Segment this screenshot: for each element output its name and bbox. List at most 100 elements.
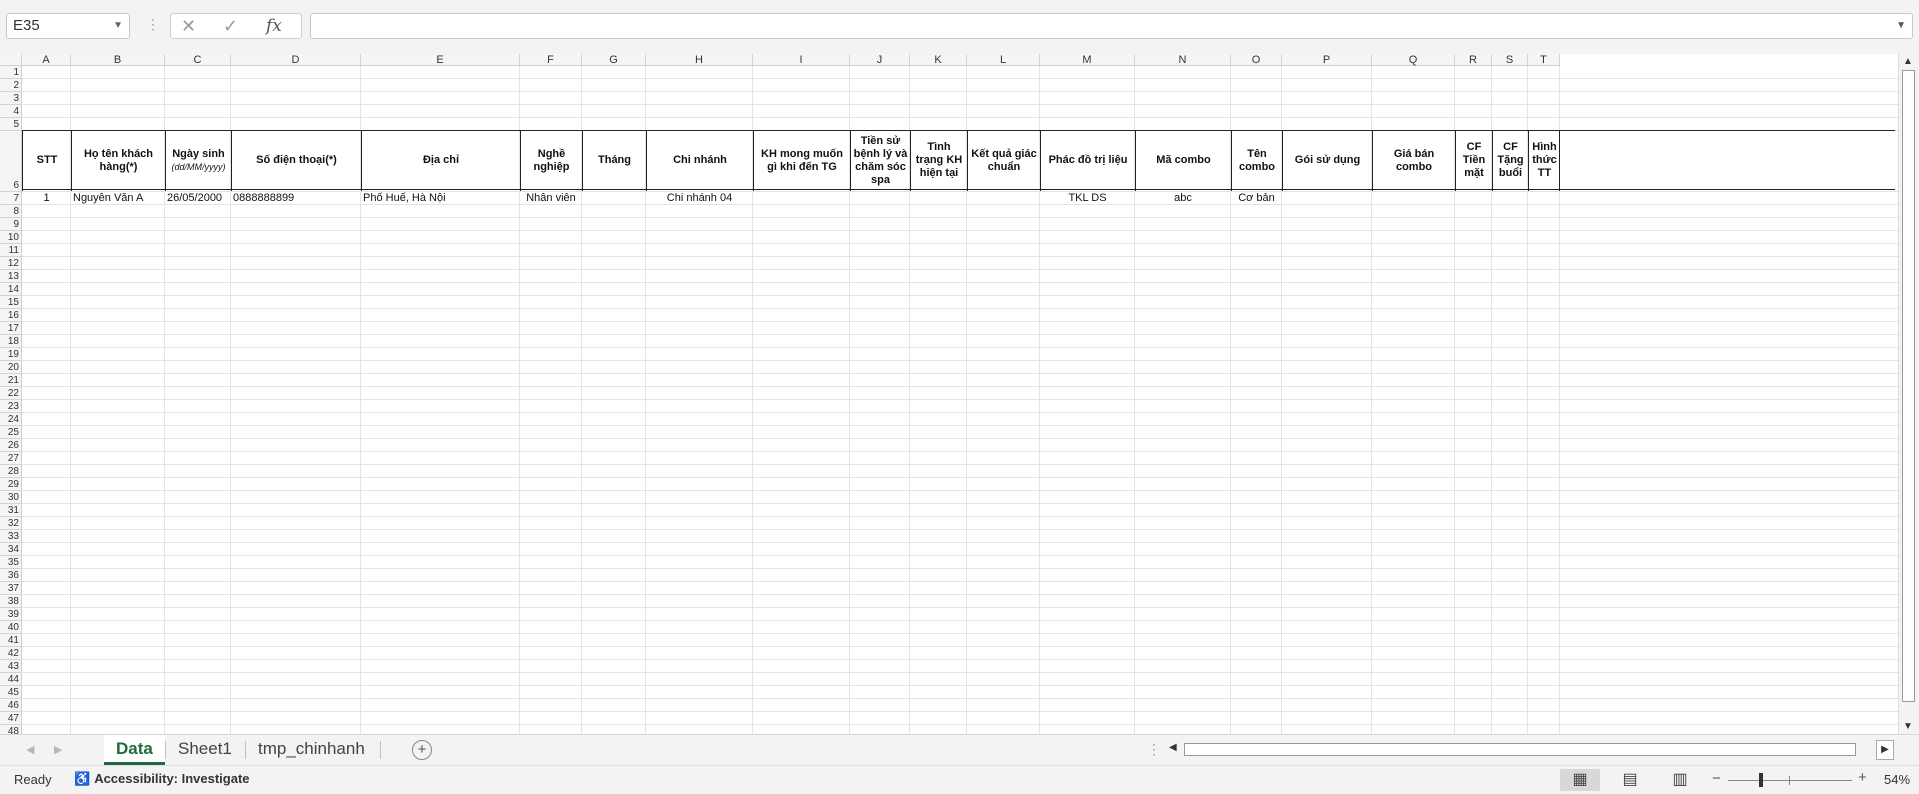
row-header-15[interactable]: 15 xyxy=(0,296,22,309)
data-cell[interactable]: abc xyxy=(1135,192,1231,205)
row-header-3[interactable]: 3 xyxy=(0,92,22,105)
row-header-18[interactable]: 18 xyxy=(0,335,22,348)
vertical-scrollbar[interactable]: ▲ ▼ xyxy=(1898,54,1919,734)
row-header-6[interactable]: 6 xyxy=(0,131,22,192)
table-header-cell[interactable]: Hình thức TT xyxy=(1528,130,1560,191)
row-header-32[interactable]: 32 xyxy=(0,517,22,530)
zoom-slider-thumb[interactable] xyxy=(1759,773,1763,787)
row-header-23[interactable]: 23 xyxy=(0,400,22,413)
page-break-view-button[interactable]: ▥ xyxy=(1660,769,1700,791)
add-sheet-button[interactable]: + xyxy=(412,740,432,760)
data-cell[interactable]: 1 xyxy=(22,192,71,205)
row-header-11[interactable]: 11 xyxy=(0,244,22,257)
table-header-cell[interactable]: Mã combo xyxy=(1135,130,1231,191)
zoom-slider-track[interactable] xyxy=(1728,780,1852,781)
zoom-out-icon[interactable]: − xyxy=(1712,770,1721,787)
data-cell[interactable]: Chi nhánh 04 xyxy=(646,192,753,205)
column-header-j[interactable]: J xyxy=(850,54,910,66)
tab-splitter-icon[interactable]: ⋮ xyxy=(1147,741,1161,758)
table-header-cell[interactable]: Gói sử dụng xyxy=(1282,130,1372,191)
row-header-2[interactable]: 2 xyxy=(0,79,22,92)
row-header-26[interactable]: 26 xyxy=(0,439,22,452)
table-header-cell[interactable]: Tình trạng KH hiện tại xyxy=(910,130,967,191)
next-sheet-icon[interactable]: ▶ xyxy=(54,743,62,756)
row-header-35[interactable]: 35 xyxy=(0,556,22,569)
row-header-40[interactable]: 40 xyxy=(0,621,22,634)
worksheet-grid[interactable]: ABCDEFGHIJKLMNOPQRST 1 2 3 4 5 6 7 8 9 10 11 12 13 14… xyxy=(0,54,1898,734)
table-header-cell[interactable]: Ngày sinh (dd/MM/yyyy) xyxy=(165,130,231,191)
table-header-cell[interactable]: Kết quả giác chuẩn xyxy=(967,130,1040,191)
data-cell[interactable] xyxy=(910,192,967,205)
data-cell[interactable]: Phố Huế, Hà Nội xyxy=(361,192,520,205)
select-all-corner[interactable] xyxy=(0,54,22,66)
scroll-up-icon[interactable]: ▲ xyxy=(1903,56,1913,67)
sheet-tab-data[interactable]: Data xyxy=(104,735,165,765)
row-header-10[interactable]: 10 xyxy=(0,231,22,244)
row-header-44[interactable]: 44 xyxy=(0,673,22,686)
table-header-cell[interactable]: Họ tên khách hàng(*) xyxy=(71,130,165,191)
data-cell[interactable]: 0888888899 xyxy=(231,192,361,205)
column-header-f[interactable]: F xyxy=(520,54,582,66)
data-cell[interactable] xyxy=(967,192,1040,205)
row-header-34[interactable]: 34 xyxy=(0,543,22,556)
row-header-1[interactable]: 1 xyxy=(0,66,22,79)
data-cell[interactable] xyxy=(753,192,850,205)
horizontal-scrollbar[interactable]: ◀ ▶ xyxy=(1166,740,1894,760)
row-header-28[interactable]: 28 xyxy=(0,465,22,478)
column-header-c[interactable]: C xyxy=(165,54,231,66)
table-header-cell[interactable]: Tên combo xyxy=(1231,130,1282,191)
row-header-25[interactable]: 25 xyxy=(0,426,22,439)
table-header-cell[interactable]: Địa chỉ xyxy=(361,130,520,191)
row-header-21[interactable]: 21 xyxy=(0,374,22,387)
enter-icon[interactable]: ✓ xyxy=(223,16,238,37)
data-cell[interactable] xyxy=(850,192,910,205)
table-header-cell[interactable]: CF Tiền mặt xyxy=(1455,130,1492,191)
data-cell[interactable]: 26/05/2000 xyxy=(165,192,231,205)
row-header-20[interactable]: 20 xyxy=(0,361,22,374)
table-header-cell[interactable]: STT xyxy=(22,130,71,191)
data-cell[interactable] xyxy=(1492,192,1528,205)
sheet-tab-tmp-chinhanh[interactable]: tmp_chinhanh xyxy=(246,735,377,765)
formula-input[interactable]: ▼ xyxy=(310,13,1913,39)
row-header-24[interactable]: 24 xyxy=(0,413,22,426)
row-header-9[interactable]: 9 xyxy=(0,218,22,231)
row-header-43[interactable]: 43 xyxy=(0,660,22,673)
row-header-17[interactable]: 17 xyxy=(0,322,22,335)
row-header-14[interactable]: 14 xyxy=(0,283,22,296)
column-header-k[interactable]: K xyxy=(910,54,967,66)
table-header-cell[interactable]: Số điện thoại(*) xyxy=(231,130,361,191)
prev-sheet-icon[interactable]: ◀ xyxy=(26,743,34,756)
row-header-42[interactable]: 42 xyxy=(0,647,22,660)
column-header-d[interactable]: D xyxy=(231,54,361,66)
data-cell[interactable] xyxy=(1372,192,1455,205)
row-header-19[interactable]: 19 xyxy=(0,348,22,361)
column-header-a[interactable]: A xyxy=(22,54,71,66)
row-header-29[interactable]: 29 xyxy=(0,478,22,491)
column-header-s[interactable]: S xyxy=(1492,54,1528,66)
row-header-27[interactable]: 27 xyxy=(0,452,22,465)
column-header-e[interactable]: E xyxy=(361,54,520,66)
column-header-r[interactable]: R xyxy=(1455,54,1492,66)
row-header-45[interactable]: 45 xyxy=(0,686,22,699)
scroll-down-icon[interactable]: ▼ xyxy=(1903,721,1913,732)
data-cell[interactable]: TKL DS xyxy=(1040,192,1135,205)
table-header-cell[interactable]: Nghề nghiệp xyxy=(520,130,582,191)
data-cell[interactable]: Cơ bản xyxy=(1231,192,1282,205)
row-header-37[interactable]: 37 xyxy=(0,582,22,595)
column-header-p[interactable]: P xyxy=(1282,54,1372,66)
table-header-cell[interactable]: CF Tặng buổi xyxy=(1492,130,1528,191)
data-cell[interactable] xyxy=(582,192,646,205)
row-header-7[interactable]: 7 xyxy=(0,192,22,205)
row-header-39[interactable]: 39 xyxy=(0,608,22,621)
row-header-41[interactable]: 41 xyxy=(0,634,22,647)
cell-area[interactable]: STT Họ tên khách hàng(*) Ngày sinh (dd/MM/y… xyxy=(22,66,1898,734)
table-header-cell[interactable]: Tiền sử bệnh lý và chăm sóc spa xyxy=(850,130,910,191)
row-header-47[interactable]: 47 xyxy=(0,712,22,725)
table-header-cell[interactable]: KH mong muốn gì khi đến TG xyxy=(753,130,850,191)
table-header-cell[interactable]: Tháng xyxy=(582,130,646,191)
row-header-5[interactable]: 5 xyxy=(0,118,22,131)
expand-formula-bar-icon[interactable]: ▼ xyxy=(1896,20,1906,31)
column-header-q[interactable]: Q xyxy=(1372,54,1455,66)
column-header-n[interactable]: N xyxy=(1135,54,1231,66)
data-cell[interactable] xyxy=(1282,192,1372,205)
